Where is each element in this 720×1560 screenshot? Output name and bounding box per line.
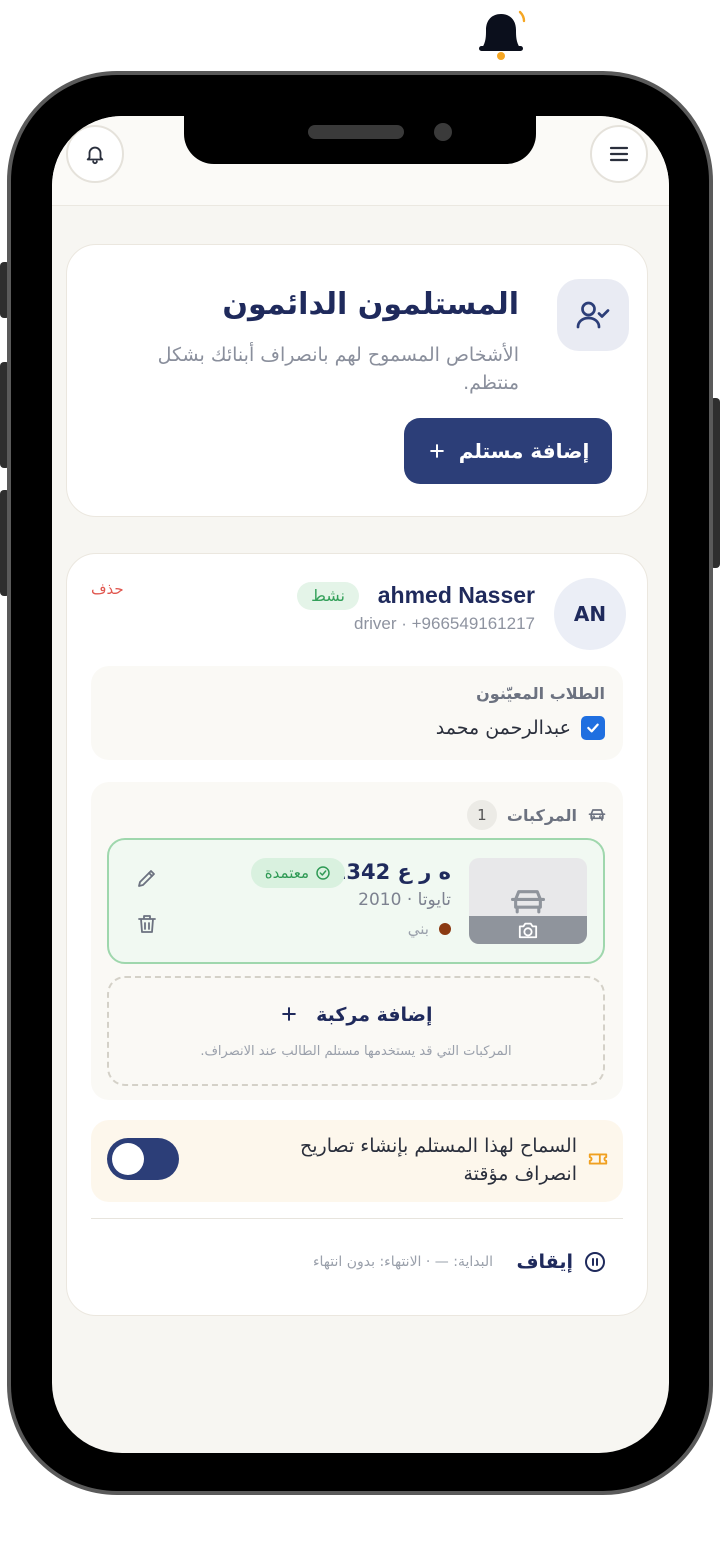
validity-period: البداية: — · الانتهاء: بدون انتهاء xyxy=(312,1254,493,1270)
divider xyxy=(91,1218,623,1219)
page-title: المستلمون الدائمون xyxy=(222,287,519,322)
vehicle-plate: ه ر ع 1342 xyxy=(331,860,451,884)
phone-notch xyxy=(184,114,536,164)
temporary-permits-setting: السماح لهذا المستلم بإنشاء تصاريح انصراف… xyxy=(91,1120,623,1202)
vehicles-title: المركبات xyxy=(506,805,577,825)
user-check-icon xyxy=(557,279,629,351)
pause-recipient-button[interactable]: إيقاف xyxy=(516,1250,607,1274)
edit-vehicle-button[interactable] xyxy=(133,864,161,892)
menu-icon xyxy=(609,146,629,162)
checkbox-icon[interactable] xyxy=(581,716,605,740)
check-circle-icon xyxy=(316,866,330,880)
assigned-students-section: الطلاب المعيّنون عبدالرحمن محمد xyxy=(91,666,623,760)
recipient-name: ahmed Nasser xyxy=(377,582,535,608)
students-section-title: الطلاب المعيّنون xyxy=(476,684,605,703)
vehicle-color-name: بني xyxy=(407,920,429,938)
vehicles-section: المركبات 1 ه ر ع 1342 معتمدة تايوتا · 20… xyxy=(91,782,623,1100)
pause-label: إيقاف xyxy=(516,1251,573,1273)
car-icon xyxy=(588,809,606,821)
page-description: الأشخاص المسموح لهم بانصراف أبنائك بشكل … xyxy=(157,344,519,394)
add-vehicle-label: إضافة مركبة xyxy=(316,1004,433,1026)
vehicle-model: تايوتا · 2010 xyxy=(358,890,451,910)
recipient-subtitle: driver · +966549161217 xyxy=(354,614,535,633)
car-icon xyxy=(510,890,545,914)
vehicle-photo[interactable] xyxy=(469,858,587,944)
student-name: عبدالرحمن محمد xyxy=(435,717,571,739)
plus-icon xyxy=(429,444,444,458)
vehicles-count: 1 xyxy=(466,800,497,830)
page-header-card: المستلمون الدائمون الأشخاص المسموح لهم ب… xyxy=(66,244,648,517)
photo-overlay xyxy=(469,916,587,944)
recipient-card: AN ahmed Nasser نشط driver · +9665491612… xyxy=(66,553,648,1316)
notification-bell-icon[interactable] xyxy=(476,8,526,64)
add-recipient-label: إضافة مستلم xyxy=(458,439,590,463)
phone-camera xyxy=(434,123,452,141)
permission-label: السماح لهذا المستلم بإنشاء تصاريح انصراف… xyxy=(299,1135,577,1185)
bell-icon xyxy=(86,146,104,165)
delete-vehicle-button[interactable] xyxy=(133,910,161,938)
add-vehicle-hint: المركبات التي قد يستخدمها مستلم الطالب ع… xyxy=(200,1044,512,1059)
add-vehicle-button[interactable]: إضافة مركبة المركبات التي قد يستخدمها مس… xyxy=(107,976,605,1086)
toggle-knob xyxy=(112,1143,144,1175)
ticket-icon xyxy=(588,1153,608,1165)
status-badge: نشط xyxy=(297,582,359,610)
phone-speaker xyxy=(308,125,404,139)
edit-icon xyxy=(138,870,155,887)
add-vehicle-row: إضافة مركبة xyxy=(109,1004,603,1026)
camera-icon xyxy=(518,922,538,939)
notifications-button[interactable] xyxy=(66,125,124,183)
app-screen: المستلمون الدائمون الأشخاص المسموح لهم ب… xyxy=(52,116,669,1453)
plus-icon xyxy=(282,1007,297,1021)
vehicles-header: المركبات 1 xyxy=(466,800,607,830)
permission-toggle[interactable] xyxy=(107,1138,179,1180)
avatar: AN xyxy=(554,578,626,650)
vehicle-color: بني xyxy=(408,920,451,938)
vehicle-status-label: معتمدة xyxy=(264,864,309,882)
delete-recipient-link[interactable]: حذف xyxy=(91,580,124,598)
pause-icon xyxy=(585,1252,605,1272)
list-item: عبدالرحمن محمد xyxy=(436,716,605,740)
trash-icon xyxy=(138,915,156,933)
menu-button[interactable] xyxy=(590,125,648,183)
add-recipient-button[interactable]: إضافة مستلم xyxy=(404,418,612,484)
vehicle-card[interactable]: ه ر ع 1342 معتمدة تايوتا · 2010 بني xyxy=(107,838,605,964)
vehicle-status-badge: معتمدة xyxy=(250,858,345,888)
color-swatch xyxy=(439,923,451,935)
